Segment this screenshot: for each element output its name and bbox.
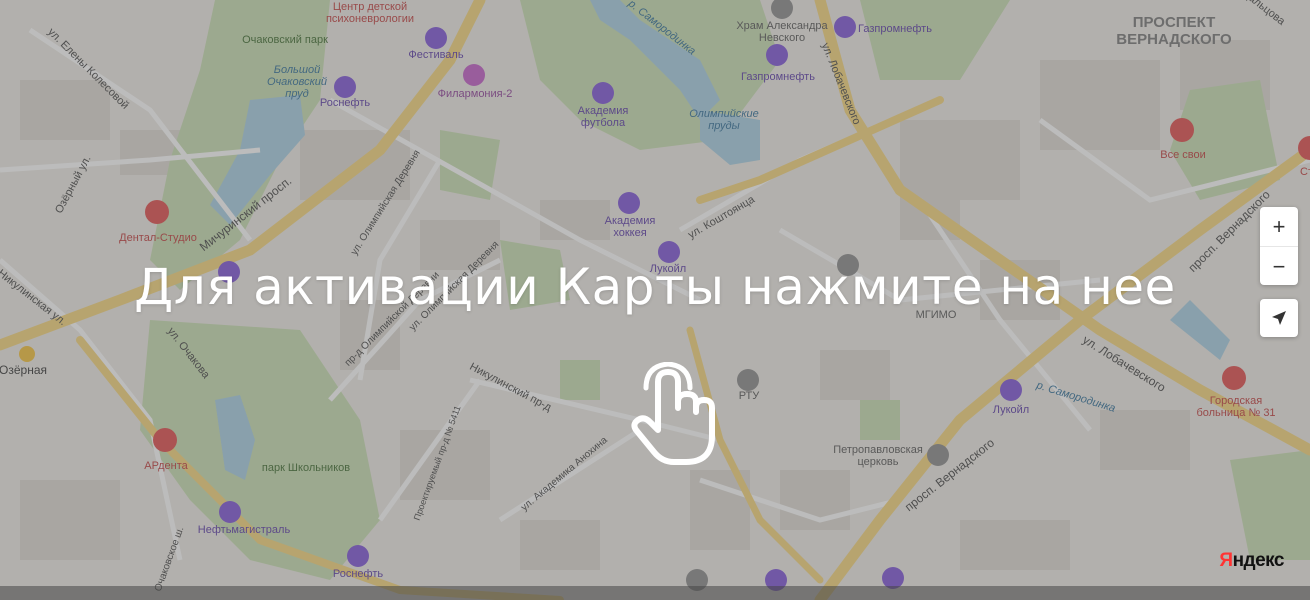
location-arrow-icon [1272, 311, 1286, 325]
activation-overlay[interactable]: Для активации Карты нажмите на нее [0, 0, 1310, 600]
zoom-in-button[interactable]: + [1260, 207, 1298, 246]
map-bottom-bar [0, 586, 1310, 600]
yandex-logo[interactable]: Яндекс [1219, 550, 1284, 572]
logo-rest: ндекс [1232, 550, 1285, 571]
hand-pointer-icon [631, 362, 715, 465]
geolocation-button[interactable] [1260, 299, 1298, 337]
zoom-controls: + − [1260, 207, 1298, 285]
activation-message: Для активации Карты нажмите на нее [134, 258, 1176, 316]
logo-first-letter: Я [1219, 550, 1233, 571]
zoom-out-button[interactable]: − [1260, 246, 1298, 286]
